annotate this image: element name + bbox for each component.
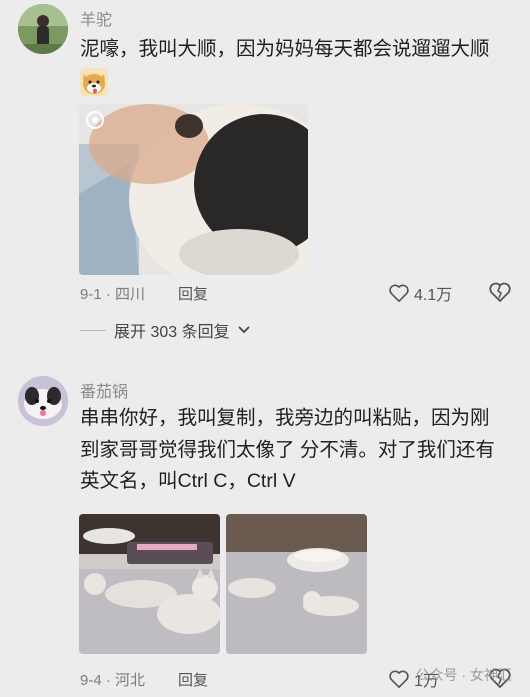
username[interactable]: 番茄锅 bbox=[80, 378, 128, 402]
broken-heart-icon bbox=[489, 282, 511, 302]
divider bbox=[80, 329, 106, 331]
expand-replies-button[interactable]: 展开 303 条回复 bbox=[80, 318, 250, 342]
dislike-button[interactable] bbox=[488, 281, 512, 308]
comment-text-line: 串串你好，我叫复制，我旁边的叫粘贴，因为刚 bbox=[80, 407, 490, 429]
username[interactable]: 羊驼 bbox=[80, 6, 112, 30]
comment-text: 泥嚎，我叫大顺，因为妈妈每天都会说遛遛大顺 bbox=[80, 38, 490, 60]
heart-icon bbox=[389, 670, 409, 688]
comment-text: 串串你好，我叫复制，我旁边的叫粘贴，因为刚 到家哥哥觉得我们太像了 分不清。对了… bbox=[80, 403, 516, 498]
expand-replies-label: 展开 303 条回复 bbox=[114, 324, 230, 341]
comment-text-line: 英文名，叫Ctrl C，Ctrl V bbox=[80, 470, 296, 492]
comment-photo-cats-2[interactable] bbox=[226, 514, 367, 654]
comment-location-date: 9-1 · 四川 bbox=[80, 286, 146, 303]
comment-text-line: 到家哥哥觉得我们太像了 分不清。对了我们还有 bbox=[80, 438, 495, 461]
heart-icon bbox=[389, 284, 409, 302]
dog-face-emoji-icon bbox=[80, 68, 108, 96]
user-avatar[interactable] bbox=[18, 376, 68, 426]
like-button[interactable]: 4.1万 bbox=[388, 281, 452, 305]
comment-location-date: 9-4 · 河北 bbox=[80, 672, 146, 689]
chevron-down-icon bbox=[237, 326, 250, 334]
reply-button[interactable]: 回复 bbox=[178, 669, 208, 690]
reply-button[interactable]: 回复 bbox=[178, 283, 208, 304]
watermark: 公众号 · 女神汇 bbox=[415, 667, 512, 683]
like-count: 4.1万 bbox=[414, 287, 453, 304]
user-avatar[interactable] bbox=[18, 4, 68, 54]
comment-photo-dog[interactable] bbox=[79, 104, 308, 275]
comment-photo-cats-1[interactable] bbox=[79, 514, 220, 654]
